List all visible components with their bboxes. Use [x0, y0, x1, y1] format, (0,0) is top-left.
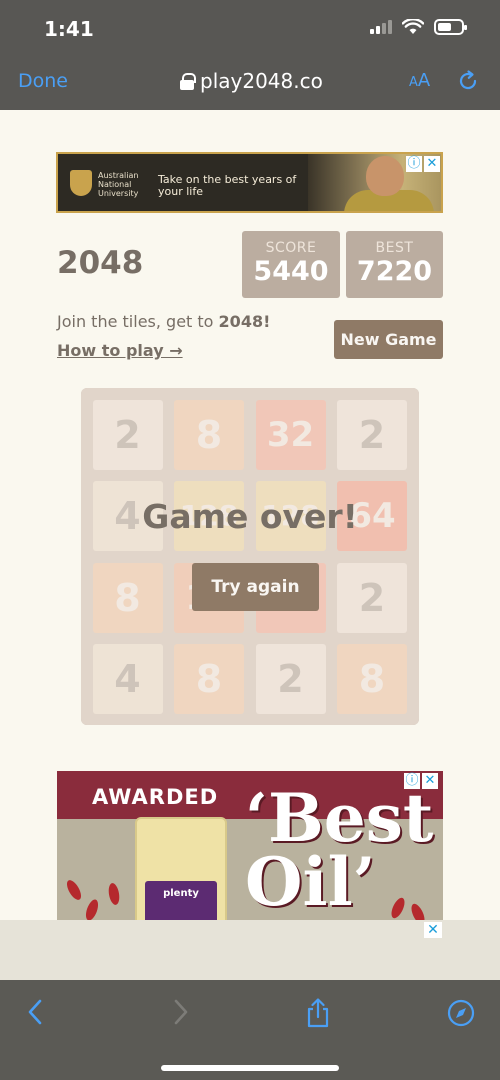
game-over-message: Game over!	[142, 497, 358, 536]
ad-org-name: Australian National University	[98, 171, 139, 198]
ad-info-icon[interactable]: ⓘ	[406, 156, 422, 172]
ad-brand: plenty	[163, 888, 199, 899]
home-indicator	[161, 1065, 339, 1071]
wifi-icon	[402, 19, 424, 34]
bottle-label	[145, 881, 217, 921]
done-button[interactable]: Done	[18, 70, 68, 92]
intro-text: Join the tiles, get to 2048!	[57, 312, 271, 331]
new-game-button[interactable]: New Game	[334, 320, 443, 359]
ad-headline-oil: Oil’	[245, 843, 376, 921]
game-board[interactable]: 283224128128648163224828	[81, 388, 419, 725]
forward-icon	[174, 999, 188, 1025]
back-icon[interactable]	[24, 997, 48, 1027]
best-value: 7220	[356, 256, 433, 287]
best-box: BEST 7220	[346, 231, 443, 298]
best-label: BEST	[375, 240, 414, 256]
score-value: 5440	[253, 256, 329, 287]
score-label: SCORE	[265, 240, 317, 256]
lock-icon	[180, 73, 196, 90]
top-banner-ad[interactable]: Australian National University Take on t…	[56, 152, 443, 213]
game-title: 2048	[57, 245, 144, 281]
bottom-banner-ad[interactable]: AWARDED ‘Best Oil’ plenty ⓘ ✕	[57, 771, 443, 921]
address-bar[interactable]: play2048.co	[180, 69, 323, 93]
university-crest-logo	[70, 170, 92, 196]
ad-awarded-text: AWARDED	[92, 785, 219, 809]
text-size-button[interactable]: AA	[409, 70, 430, 91]
score-box: SCORE 5440	[242, 231, 340, 298]
how-to-play-link[interactable]: How to play →	[57, 341, 183, 360]
ad-close-icon[interactable]: ✕	[422, 773, 438, 789]
ad-tagline: Take on the best years of your life	[158, 173, 297, 198]
reload-icon[interactable]	[456, 69, 480, 93]
ad-info-icon[interactable]: ⓘ	[404, 773, 420, 789]
ad-close-icon[interactable]: ✕	[424, 156, 440, 172]
compass-icon[interactable]	[446, 997, 476, 1029]
status-icons	[370, 19, 467, 35]
url-text: play2048.co	[200, 69, 323, 93]
cellular-signal-icon	[370, 20, 392, 34]
game-over-overlay	[81, 388, 419, 725]
status-time: 1:41	[44, 17, 94, 41]
browser-top-bar: 1:41 Done play2048.co AA	[0, 0, 500, 110]
try-again-button[interactable]: Try again	[192, 563, 319, 611]
battery-icon	[434, 19, 467, 35]
anchor-ad-close-icon[interactable]: ✕	[424, 922, 442, 938]
ad-photo-face	[366, 156, 404, 196]
share-icon[interactable]	[304, 997, 332, 1029]
